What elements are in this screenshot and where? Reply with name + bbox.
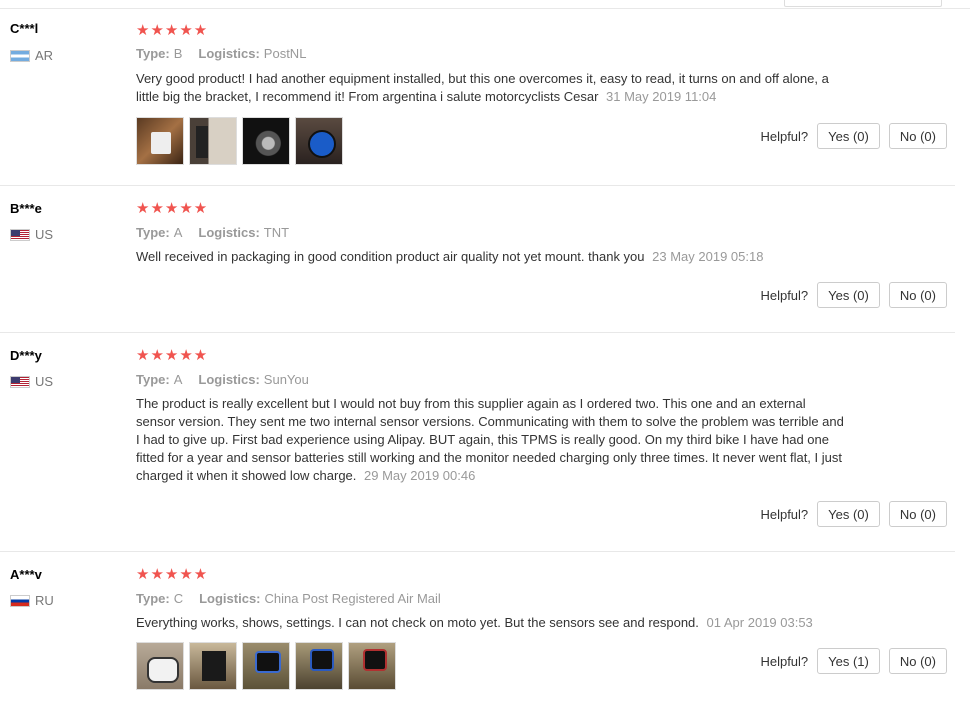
review-photo[interactable] — [136, 642, 184, 690]
review-text-block: Everything works, shows, settings. I can… — [136, 614, 846, 632]
country-code: US — [35, 374, 54, 389]
reviewer-country: AR — [10, 48, 53, 63]
review-text-block: The product is really excellent but I wo… — [136, 395, 846, 485]
review-photo[interactable] — [348, 642, 396, 690]
review-photo[interactable] — [242, 642, 290, 690]
vote-no-button[interactable]: No (0) — [888, 648, 947, 674]
type-value: C — [173, 591, 184, 606]
helpful-label: Helpful? — [760, 287, 809, 303]
logistics-value: China Post Registered Air Mail — [264, 591, 441, 606]
review-text: Everything works, shows, settings. I can… — [136, 615, 699, 630]
type-value: A — [173, 225, 183, 240]
logistics-label: Logistics: — [199, 591, 261, 606]
star-rating: ★★★★★ — [136, 200, 209, 217]
helpful-controls: Helpful? Yes (0) No (0) — [760, 282, 947, 308]
review-date: 29 May 2019 00:46 — [364, 468, 476, 483]
photo-gallery — [136, 642, 396, 690]
review-photo[interactable] — [295, 642, 343, 690]
review-meta: Type: A Logistics: SunYou — [136, 372, 309, 387]
vote-yes-button[interactable]: Yes (0) — [817, 123, 880, 149]
logistics-label: Logistics: — [198, 46, 260, 61]
reviewer-name: D***y — [10, 348, 42, 363]
review-date: 01 Apr 2019 03:53 — [706, 615, 813, 630]
helpful-controls: Helpful? Yes (0) No (0) — [760, 123, 947, 149]
flag-icon — [10, 594, 30, 607]
helpful-label: Helpful? — [760, 128, 809, 144]
review-item: C***l AR ★★★★★ Type: B Logistics: PostNL Ve… — [0, 8, 955, 186]
review-date: 23 May 2019 05:18 — [652, 249, 764, 264]
reviewer-country: US — [10, 227, 53, 242]
logistics-value: TNT — [263, 225, 290, 240]
reviewer-name: C***l — [10, 21, 39, 36]
helpful-label: Helpful? — [760, 653, 809, 669]
type-value: A — [173, 372, 183, 387]
photo-gallery — [136, 117, 343, 165]
logistics-label: Logistics: — [198, 225, 260, 240]
type-label: Type: — [136, 225, 170, 240]
country-code: AR — [35, 48, 54, 63]
reviewer-country: US — [10, 374, 53, 389]
type-label: Type: — [136, 372, 170, 387]
helpful-controls: Helpful? Yes (1) No (0) — [760, 648, 947, 674]
reviewer-name: B***e — [10, 201, 42, 216]
vote-no-button[interactable]: No (0) — [888, 282, 947, 308]
type-label: Type: — [136, 591, 170, 606]
review-meta: Type: B Logistics: PostNL — [136, 46, 306, 61]
review-photo[interactable] — [295, 117, 343, 165]
review-photo[interactable] — [189, 117, 237, 165]
review-item: D***y US ★★★★★ Type: A Logistics: SunYou Th… — [0, 333, 955, 552]
helpful-controls: Helpful? Yes (0) No (0) — [760, 501, 947, 527]
review-text-block: Well received in packaging in good condi… — [136, 248, 846, 266]
review-text: Well received in packaging in good condi… — [136, 249, 645, 264]
review-date: 31 May 2019 11:04 — [606, 89, 717, 104]
vote-no-button[interactable]: No (0) — [888, 123, 947, 149]
reviewer-name: A***v — [10, 567, 42, 582]
review-photo[interactable] — [189, 642, 237, 690]
flag-icon — [10, 49, 30, 62]
review-item: B***e US ★★★★★ Type: A Logistics: TNT Well … — [0, 186, 955, 333]
sort-dropdown[interactable] — [784, 0, 942, 7]
review-meta: Type: C Logistics: China Post Registered Ai… — [136, 591, 441, 606]
review-text: The product is really excellent but I wo… — [136, 396, 844, 483]
flag-icon — [10, 375, 30, 388]
logistics-value: PostNL — [263, 46, 307, 61]
vote-yes-button[interactable]: Yes (0) — [817, 282, 880, 308]
country-code: US — [35, 227, 54, 242]
review-photo[interactable] — [136, 117, 184, 165]
logistics-label: Logistics: — [198, 372, 260, 387]
reviewer-country: RU — [10, 593, 54, 608]
helpful-label: Helpful? — [760, 506, 809, 522]
review-text: Very good product! I had another equipme… — [136, 71, 829, 104]
review-photo[interactable] — [242, 117, 290, 165]
vote-yes-button[interactable]: Yes (0) — [817, 501, 880, 527]
review-item: A***v RU ★★★★★ Type: C Logistics: China Pos… — [0, 552, 955, 708]
type-value: B — [173, 46, 183, 61]
vote-no-button[interactable]: No (0) — [888, 501, 947, 527]
logistics-value: SunYou — [263, 372, 309, 387]
star-rating: ★★★★★ — [136, 347, 209, 364]
vote-yes-button[interactable]: Yes (1) — [817, 648, 880, 674]
review-text-block: Very good product! I had another equipme… — [136, 70, 846, 106]
star-rating: ★★★★★ — [136, 566, 209, 583]
review-meta: Type: A Logistics: TNT — [136, 225, 289, 240]
flag-icon — [10, 228, 30, 241]
star-rating: ★★★★★ — [136, 22, 209, 39]
country-code: RU — [35, 593, 54, 608]
type-label: Type: — [136, 46, 170, 61]
